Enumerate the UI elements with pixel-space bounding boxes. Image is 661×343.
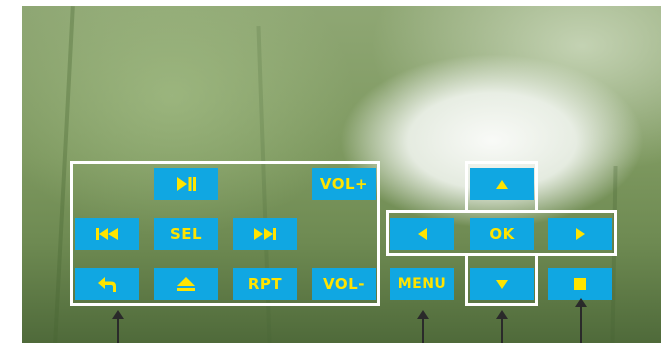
- ok-label: OK: [489, 225, 515, 243]
- left-icon: [417, 228, 427, 240]
- previous-icon: [96, 228, 118, 240]
- callout-pointer-dpad: [496, 310, 508, 343]
- down-button[interactable]: [470, 268, 534, 300]
- vol-down-button[interactable]: VOL-: [312, 268, 376, 300]
- sel-button[interactable]: SEL: [154, 218, 218, 250]
- rpt-label: RPT: [247, 275, 283, 293]
- play-pause-icon: [177, 177, 196, 191]
- right-button[interactable]: [548, 218, 612, 250]
- next-icon: [254, 228, 276, 240]
- left-button[interactable]: [390, 218, 454, 250]
- callout-pointer-stop: [575, 298, 587, 343]
- right-icon: [575, 228, 585, 240]
- back-button[interactable]: [75, 268, 139, 300]
- eject-icon: [177, 277, 195, 291]
- next-track-button[interactable]: [233, 218, 297, 250]
- play-pause-button[interactable]: [154, 168, 218, 200]
- callout-pointer-left-group: [112, 310, 124, 343]
- previous-track-button[interactable]: [75, 218, 139, 250]
- vol-down-label: VOL-: [323, 275, 365, 293]
- up-button[interactable]: [470, 168, 534, 200]
- up-icon: [496, 179, 508, 189]
- down-icon: [496, 279, 508, 289]
- ok-button[interactable]: OK: [470, 218, 534, 250]
- menu-label: MENU: [397, 276, 447, 292]
- stop-icon: [574, 278, 586, 290]
- stop-button[interactable]: [548, 268, 612, 300]
- back-icon: [98, 277, 116, 292]
- callout-pointer-menu: [417, 310, 429, 343]
- vol-up-button[interactable]: VOL+: [312, 168, 376, 200]
- vol-up-label: VOL+: [319, 175, 369, 193]
- eject-button[interactable]: [154, 268, 218, 300]
- repeat-button[interactable]: RPT: [233, 268, 297, 300]
- sel-label: SEL: [169, 225, 203, 243]
- menu-button[interactable]: MENU: [390, 268, 454, 300]
